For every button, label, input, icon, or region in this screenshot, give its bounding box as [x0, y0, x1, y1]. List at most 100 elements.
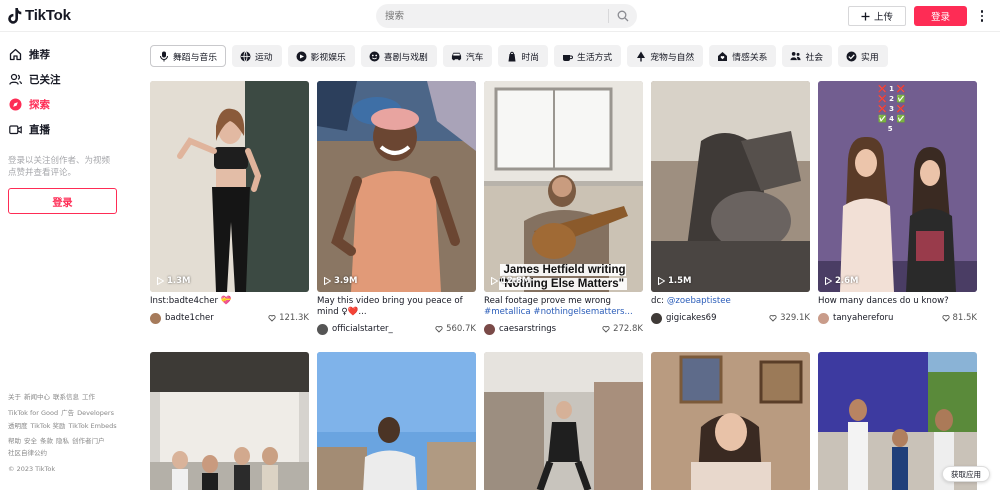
- category-label: 喜剧与戏剧: [383, 52, 428, 63]
- category-label: 情感关系: [732, 52, 768, 63]
- upload-label: 上传: [873, 12, 893, 23]
- footer-link[interactable]: TikTok 奖励: [31, 422, 66, 430]
- avatar[interactable]: [818, 312, 829, 324]
- category-label: 社会: [805, 52, 824, 63]
- login-button[interactable]: 登录: [914, 6, 967, 26]
- dance-checklist: ❌ 1 ❌ ❌ 2 ✅ ❌ 3 ❌ ✅ 4 ✅ 5: [878, 84, 905, 134]
- author-name[interactable]: officialstarter_: [332, 324, 435, 334]
- category-relationships[interactable]: 情感关系: [709, 45, 777, 67]
- video-thumbnail[interactable]: [484, 352, 643, 490]
- video-meta: gigicakes69 329.1K: [651, 311, 810, 325]
- footer-link[interactable]: 创作者门户: [72, 437, 105, 445]
- category-comedy[interactable]: 喜剧与戏剧: [360, 45, 437, 67]
- footer-link[interactable]: Developers: [77, 409, 114, 417]
- like-count-value: 329.1K: [780, 313, 810, 323]
- footer-link[interactable]: 新闻中心: [24, 393, 50, 401]
- mention-link[interactable]: @zoebaptistee: [667, 296, 731, 306]
- footer-link[interactable]: TikTok for Good: [8, 409, 58, 417]
- more-menu-button[interactable]: [976, 7, 988, 25]
- footer-link[interactable]: 条款: [40, 437, 53, 445]
- footer-link[interactable]: 安全: [24, 437, 37, 445]
- hashtag-list[interactable]: #metallica #nothingelsematters...: [484, 307, 643, 318]
- author-name[interactable]: caesarstrings: [499, 324, 602, 334]
- microphone-icon: [158, 51, 169, 62]
- video-caption[interactable]: Inst:badte4cher 💝: [150, 296, 309, 307]
- video-thumbnail[interactable]: 1.3M: [150, 81, 309, 292]
- sidebar-item-live[interactable]: 直播: [9, 119, 50, 139]
- category-dance-music[interactable]: 舞蹈与音乐: [150, 45, 226, 67]
- video-caption[interactable]: May this video bring you peace of mind ♀…: [317, 296, 476, 318]
- avatar[interactable]: [651, 312, 662, 324]
- category-pets-nature[interactable]: 宠物与自然: [627, 45, 704, 67]
- like-count: 121.3K: [268, 313, 309, 323]
- footer-link[interactable]: 联系信息: [53, 393, 79, 401]
- view-count-value: 1.5M: [668, 276, 692, 286]
- upload-button[interactable]: 上传: [848, 6, 906, 26]
- category-practical[interactable]: 实用: [838, 45, 888, 67]
- footer-link[interactable]: 关于: [8, 393, 21, 401]
- search-bar: [376, 4, 637, 28]
- footer-link[interactable]: 隐私: [56, 437, 69, 445]
- footer-link[interactable]: TikTok Embeds: [69, 422, 117, 430]
- video-caption-text: dc:: [651, 296, 667, 306]
- view-count: 2.6M: [825, 276, 859, 286]
- play-icon: [324, 277, 331, 285]
- sidebar-item-for-you[interactable]: 推荐: [9, 44, 50, 64]
- footer-link[interactable]: 工作: [82, 393, 95, 401]
- tiktok-icon: [8, 7, 22, 24]
- heart-icon: [769, 315, 777, 322]
- play-icon: [825, 277, 832, 285]
- checklist-number: 4: [889, 115, 895, 123]
- heart-icon: [941, 315, 950, 322]
- footer-link[interactable]: 透明度: [8, 422, 28, 430]
- footer-link[interactable]: 社区自律公约: [8, 449, 47, 457]
- like-count: 329.1K: [769, 313, 810, 323]
- video-thumbnail[interactable]: [317, 352, 476, 490]
- video-thumbnail[interactable]: 1.5M: [651, 81, 810, 292]
- search-button[interactable]: [614, 7, 632, 25]
- view-count-value: 1.3M: [167, 276, 191, 286]
- video-caption[interactable]: Real footage prove me wrong #metallica #…: [484, 296, 643, 318]
- video-caption[interactable]: dc: @zoebaptistee: [651, 296, 810, 307]
- video-thumbnail-image: [317, 81, 476, 292]
- video-thumbnail[interactable]: James Hetfield writing "Nothing Else Mat…: [484, 81, 643, 292]
- live-icon: [9, 124, 22, 134]
- tiktok-logo[interactable]: TikTok: [8, 7, 71, 24]
- footer-link[interactable]: 广告: [61, 409, 74, 417]
- footer-link[interactable]: 帮助: [8, 437, 21, 445]
- heart-icon: [268, 315, 276, 322]
- author-name[interactable]: badte1cher: [165, 313, 268, 323]
- sidebar-item-explore[interactable]: 探索: [9, 94, 50, 114]
- author-name[interactable]: tanyahereforu: [833, 313, 942, 323]
- category-lifestyle[interactable]: 生活方式: [554, 45, 622, 67]
- footer-links-row-5: 社区自律公约: [8, 449, 128, 458]
- sidebar-login-button[interactable]: 登录: [8, 188, 117, 214]
- category-label: 汽车: [465, 52, 484, 63]
- sidebar-item-following[interactable]: 已关注: [9, 69, 61, 89]
- video-thumbnail[interactable]: 3.9M: [317, 81, 476, 292]
- video-caption[interactable]: How many dances do u know?: [818, 296, 977, 307]
- comedy-icon: [369, 51, 380, 62]
- category-cars[interactable]: 汽车: [442, 45, 493, 67]
- checklist-number: 3: [889, 105, 895, 113]
- video-thumbnail[interactable]: [150, 352, 309, 490]
- category-sports[interactable]: 运动: [232, 45, 282, 67]
- category-society[interactable]: 社会: [782, 45, 833, 67]
- video-thumbnail[interactable]: [651, 352, 810, 490]
- avatar[interactable]: [484, 323, 495, 335]
- category-fashion[interactable]: 时尚: [498, 45, 549, 67]
- get-app-button[interactable]: 获取应用: [942, 466, 990, 482]
- author-name[interactable]: gigicakes69: [666, 313, 769, 323]
- avatar[interactable]: [317, 323, 328, 335]
- search-input[interactable]: [376, 4, 606, 28]
- footer-links-row-3: 透明度 TikTok 奖励 TikTok Embeds: [8, 422, 128, 431]
- sports-icon: [240, 50, 251, 62]
- avatar[interactable]: [150, 312, 161, 324]
- video-thumbnail[interactable]: ❌ 1 ❌ ❌ 2 ✅ ❌ 3 ❌ ✅ 4 ✅ 5 2.6M: [818, 81, 977, 292]
- copyright-text: © 2023 TikTok: [8, 465, 56, 473]
- category-bar: 舞蹈与音乐 运动 影视娱乐 喜剧与戏剧 汽车 时尚 生活方式 宠物与自然 情感关…: [150, 45, 888, 67]
- like-count: 272.8K: [602, 324, 643, 334]
- play-icon: [491, 277, 498, 285]
- like-count: 560.7K: [435, 324, 476, 334]
- category-film[interactable]: 影视娱乐: [287, 45, 355, 67]
